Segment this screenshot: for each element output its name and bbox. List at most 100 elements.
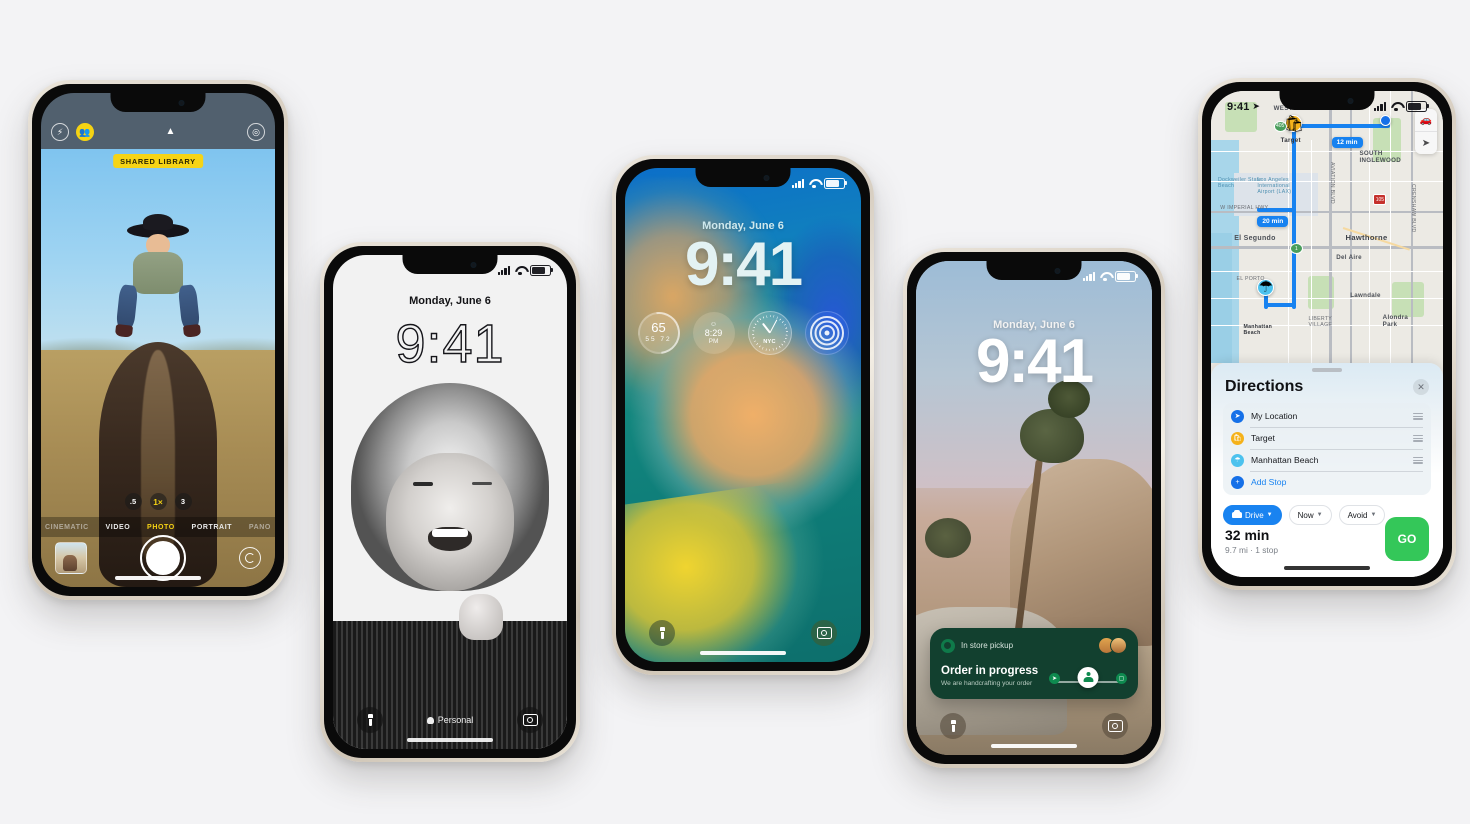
lock-time: 9:41 xyxy=(395,314,505,374)
sunset-time: 8:29 xyxy=(704,327,723,338)
zoom-option-1[interactable]: 1× xyxy=(149,493,167,510)
phone-bezel: Monday, June 6 9:41 In store pickup Orde… xyxy=(907,252,1161,764)
camera-mode-bar: CINEMATIC VIDEO PHOTO PORTRAIT PANO xyxy=(41,517,275,537)
cellular-signal-icon xyxy=(791,179,804,188)
shopping-bag-icon: 🛍 xyxy=(1231,431,1244,445)
people-icon[interactable]: 👥 xyxy=(76,123,94,141)
current-location-icon: ➤ xyxy=(1231,409,1244,423)
live-activity-header: In store pickup xyxy=(941,637,1127,654)
ring-center-icon xyxy=(824,330,829,336)
weather-widget[interactable]: 65 55 72 xyxy=(629,303,688,363)
mode-cinematic[interactable]: CINEMATIC xyxy=(45,524,89,531)
route-top-horizontal xyxy=(1292,123,1390,128)
recenter-icon[interactable]: ➤ xyxy=(1415,132,1437,154)
label-lax: Los Angeles International Airport (LAX) xyxy=(1257,177,1292,196)
subject-eye-right xyxy=(472,482,493,486)
flashlight-icon[interactable] xyxy=(649,620,675,646)
mode-portrait[interactable]: PORTRAIT xyxy=(192,524,233,531)
phone-maps: 🛍 ☂ 405 1 105 12 min 20 min WESTCHESTER … xyxy=(1198,78,1456,590)
sheet-grabber[interactable] xyxy=(1312,368,1342,372)
notch xyxy=(1279,91,1375,110)
location-arrow-icon: ➤ xyxy=(1252,101,1261,111)
stop-row-add-stop[interactable]: + Add Stop xyxy=(1223,471,1431,493)
zoom-option-0[interactable]: .5 xyxy=(124,493,142,510)
chevron-up-icon[interactable]: ▲ xyxy=(166,127,176,137)
front-camera-icon xyxy=(763,174,770,181)
filter-avoid[interactable]: Avoid ▼ xyxy=(1338,505,1386,526)
pickup-label: In store pickup xyxy=(961,641,1014,650)
filter-now[interactable]: Now ▼ xyxy=(1288,505,1332,526)
phone-camera: ⚡ 👥 ▲ ◎ SHARED LIBRARY .5 1× 3 CINEMATIC… xyxy=(28,80,288,600)
route-bottom xyxy=(1264,303,1295,308)
eta-badge-20min[interactable]: 20 min xyxy=(1257,216,1289,228)
starbucks-logo-icon xyxy=(941,638,955,653)
flash-icon[interactable]: ⚡ xyxy=(51,123,69,141)
go-button[interactable]: GO xyxy=(1385,517,1429,561)
notch xyxy=(402,255,498,274)
zoom-option-2[interactable]: 3 xyxy=(174,493,192,510)
reorder-handle-icon[interactable] xyxy=(1413,434,1423,442)
live-activity-text: Order in progress We are handcrafting yo… xyxy=(941,665,1038,687)
car-icon xyxy=(1232,509,1242,519)
front-camera-icon xyxy=(1054,267,1061,274)
mode-pano[interactable]: PANO xyxy=(249,524,271,531)
phone-bezel: Monday, June 6 9:41 65 55 72 ☺ 8:29 PM N… xyxy=(616,159,870,671)
home-indicator xyxy=(700,651,786,655)
eta-duration: 32 min xyxy=(1225,527,1270,543)
sunset-widget[interactable]: ☺ 8:29 PM xyxy=(692,312,735,354)
front-camera-icon xyxy=(470,261,477,268)
reorder-handle-icon[interactable] xyxy=(1413,456,1423,464)
park-4 xyxy=(1391,281,1425,317)
mode-photo[interactable]: PHOTO xyxy=(147,524,175,531)
weather-range: 55 72 xyxy=(645,336,671,343)
camera-icon[interactable] xyxy=(1102,713,1128,739)
label-del-aire: Del Aire xyxy=(1336,254,1362,262)
rider-body xyxy=(133,252,183,295)
phone-lock-portrait: Monday, June 6 9:41 Personal xyxy=(320,242,580,762)
reorder-handle-icon[interactable] xyxy=(1413,412,1423,420)
label-el-segundo: El Segundo xyxy=(1234,235,1276,243)
close-icon[interactable]: ✕ xyxy=(1413,379,1429,396)
background-tree xyxy=(925,517,972,558)
focus-status[interactable]: Personal xyxy=(333,715,567,725)
cellular-signal-icon xyxy=(497,266,510,275)
fitness-rings-widget[interactable] xyxy=(804,311,849,355)
filter-drive[interactable]: Drive ▼ xyxy=(1223,505,1282,526)
mode-video[interactable]: VIDEO xyxy=(106,524,131,531)
battery-icon xyxy=(824,177,847,190)
label-target: Target xyxy=(1280,137,1301,145)
shutter-button[interactable] xyxy=(140,535,186,581)
photo-library-thumbnail[interactable] xyxy=(55,542,87,574)
flashlight-icon[interactable] xyxy=(940,713,966,739)
phone-screen-maps: 🛍 ☂ 405 1 105 12 min 20 min WESTCHESTER … xyxy=(1211,91,1443,577)
home-indicator xyxy=(991,744,1077,748)
plus-icon: + xyxy=(1231,475,1244,489)
camera-viewfinder[interactable]: .5 1× 3 CINEMATIC VIDEO PHOTO PORTRAIT P… xyxy=(41,149,275,587)
eta-badge-12min[interactable]: 12 min xyxy=(1331,137,1363,149)
map-pin-target[interactable]: 🛍 xyxy=(1284,115,1304,133)
status-right xyxy=(1082,270,1138,283)
temperature-ring xyxy=(629,303,688,363)
map-view[interactable]: 🛍 ☂ 405 1 105 12 min 20 min WESTCHESTER … xyxy=(1211,91,1443,364)
stop-label: My Location xyxy=(1251,411,1298,422)
world-clock-widget[interactable]: NYC xyxy=(747,311,792,355)
stop-row-target[interactable]: 🛍 Target xyxy=(1223,427,1431,449)
route-shield-405: 405 xyxy=(1273,120,1287,132)
flip-camera-icon[interactable] xyxy=(239,547,261,569)
stop-label: Target xyxy=(1251,433,1275,444)
zoom-selector: .5 1× 3 xyxy=(41,493,275,510)
order-headline: Order in progress xyxy=(941,664,1039,677)
stop-row-manhattan-beach[interactable]: ☂ Manhattan Beach xyxy=(1223,449,1431,471)
live-activity-card[interactable]: In store pickup Order in progress We are… xyxy=(930,628,1138,699)
label-lawndale: Lawndale xyxy=(1350,292,1381,300)
wifi-icon xyxy=(514,266,526,276)
focus-label: Personal xyxy=(437,715,474,725)
street-h3 xyxy=(1211,270,1443,272)
subject-hand xyxy=(459,594,504,641)
camera-icon[interactable] xyxy=(811,620,837,646)
stop-row-my-location[interactable]: ➤ My Location xyxy=(1223,405,1431,427)
home-indicator xyxy=(115,576,201,580)
live-photo-icon[interactable]: ◎ xyxy=(247,123,265,141)
label-dockweiler: Dockweiler State Beach xyxy=(1217,177,1262,190)
road-vertical-1 xyxy=(1350,91,1352,364)
